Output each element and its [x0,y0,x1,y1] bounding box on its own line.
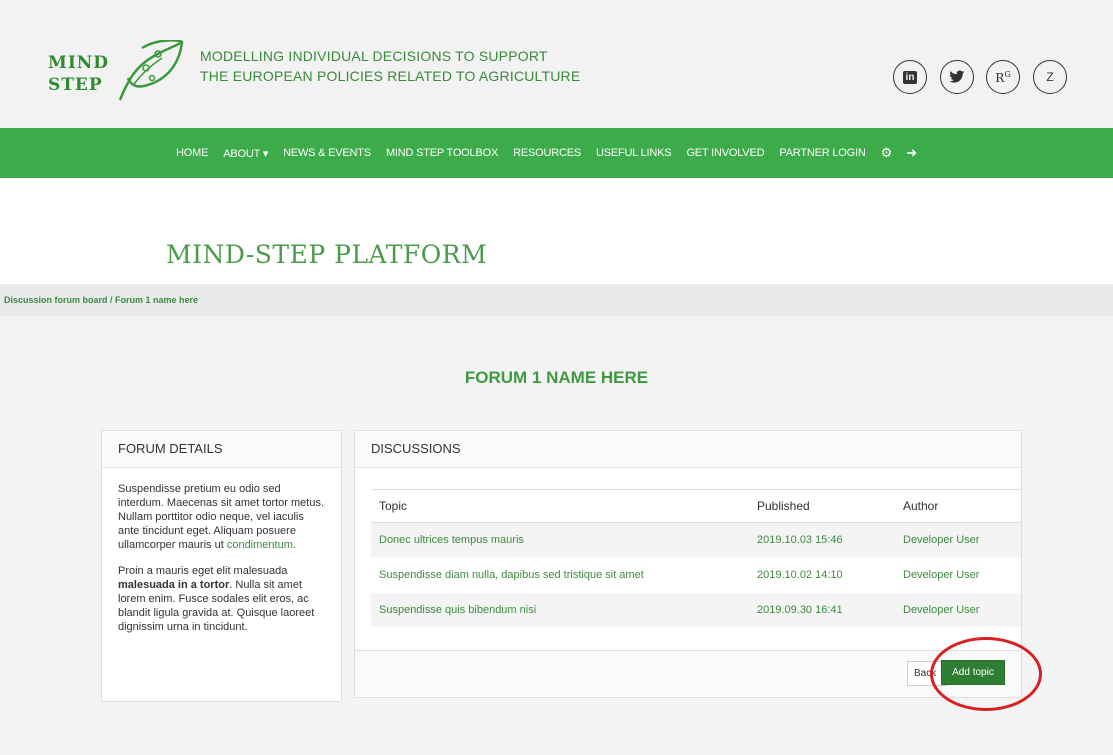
tagline-line1: MODELLING INDIVIDUAL DECISIONS TO SUPPOR… [200,48,548,64]
table-row[interactable]: Suspendisse quis bibendum nisi 2019.09.3… [371,592,1021,628]
discussions-panel: DISCUSSIONS Topic Published Author Donec… [354,430,1022,698]
researchgate-glyph: RG [995,69,1011,85]
twitter-icon[interactable] [940,60,974,94]
nav-item-news-events[interactable]: NEWS & EVENTS [283,147,371,159]
column-header-topic: Topic [371,489,749,523]
linkedin-glyph: in [902,70,918,84]
nav-item-home[interactable]: HOME [176,147,208,159]
twitter-bird-icon [949,70,965,83]
published-date: 2019.10.03 15:46 [749,522,895,558]
nav-item-about[interactable]: ABOUT ▾ [223,147,268,160]
forum-title: FORUM 1 NAME HERE [464,368,649,387]
nav-item-resources[interactable]: RESOURCES [513,147,581,159]
forum-details-body: Suspendisse pretium eu odio sed interdum… [102,468,341,660]
table-header-row: Topic Published Author [371,489,1021,523]
forum-details-heading: FORUM DETAILS [102,431,341,468]
column-header-published: Published [749,489,895,523]
table-row[interactable]: Suspendisse diam nulla, dapibus sed tris… [371,557,1021,593]
forum-details-paragraph-1: Suspendisse pretium eu odio sed interdum… [118,482,325,552]
sign-out-icon[interactable]: ➜ [906,145,917,161]
discussions-table: Topic Published Author Donec ultrices te… [371,489,1021,628]
details-para2-a: Proin a mauris eget elit malesuada [118,565,288,577]
linkedin-icon[interactable]: in [893,60,927,94]
logo-line1: MIND [48,53,110,73]
nav-menu: HOME ABOUT ▾ NEWS & EVENTS MIND STEP TOO… [176,128,931,178]
leaf-icon [118,40,184,101]
details-para2-bold: malesuada in a tortor [118,579,230,591]
zenodo-glyph: Z [1046,70,1054,84]
topic-link[interactable]: Donec ultrices tempus mauris [371,522,749,558]
topic-link[interactable]: Suspendisse quis bibendum nisi [371,592,749,628]
table-row[interactable]: Donec ultrices tempus mauris 2019.10.03 … [371,522,1021,558]
tagline-line2: THE EUROPEAN POLICIES RELATED TO AGRICUL… [200,68,581,84]
nav-item-useful-links[interactable]: USEFUL LINKS [596,147,672,159]
forum-details-paragraph-2: Proin a mauris eget elit malesuada males… [118,564,325,634]
nav-item-toolbox[interactable]: MIND STEP TOOLBOX [386,147,498,159]
researchgate-icon[interactable]: RG [986,60,1020,94]
highlight-annotation [930,637,1042,711]
author-name[interactable]: Developer User [895,592,1021,628]
site-header: MIND STEP MODELLING INDIVIDUAL DECISIONS… [0,0,1113,128]
breadcrumb-bar: Discussion forum board / Forum 1 name he… [0,284,1113,316]
page-title: MIND-STEP PLATFORM [166,240,488,269]
nav-item-get-involved[interactable]: GET INVOLVED [686,147,764,159]
logo-text: MIND STEP [48,52,109,96]
topic-link[interactable]: Suspendisse diam nulla, dapibus sed tris… [371,557,749,593]
logo-line2: STEP [48,75,103,95]
published-date: 2019.09.30 16:41 [749,592,895,628]
site-tagline: MODELLING INDIVIDUAL DECISIONS TO SUPPOR… [200,46,580,86]
column-header-author: Author [895,489,1021,523]
zenodo-icon[interactable]: Z [1033,60,1067,94]
main-navigation: HOME ABOUT ▾ NEWS & EVENTS MIND STEP TOO… [0,128,1113,178]
forum-details-panel: FORUM DETAILS Suspendisse pretium eu odi… [101,430,342,702]
breadcrumb[interactable]: Discussion forum board / Forum 1 name he… [4,295,198,305]
discussions-footer: Back Add topic [355,650,1021,697]
cogs-icon[interactable]: ⚙ [881,145,893,161]
nav-item-partner-login[interactable]: PARTNER LOGIN [779,147,865,159]
discussions-heading: DISCUSSIONS [355,431,1021,468]
author-name[interactable]: Developer User [895,557,1021,593]
details-para1-link[interactable]: condimentum. [227,539,296,551]
author-name[interactable]: Developer User [895,522,1021,558]
published-date: 2019.10.02 14:10 [749,557,895,593]
